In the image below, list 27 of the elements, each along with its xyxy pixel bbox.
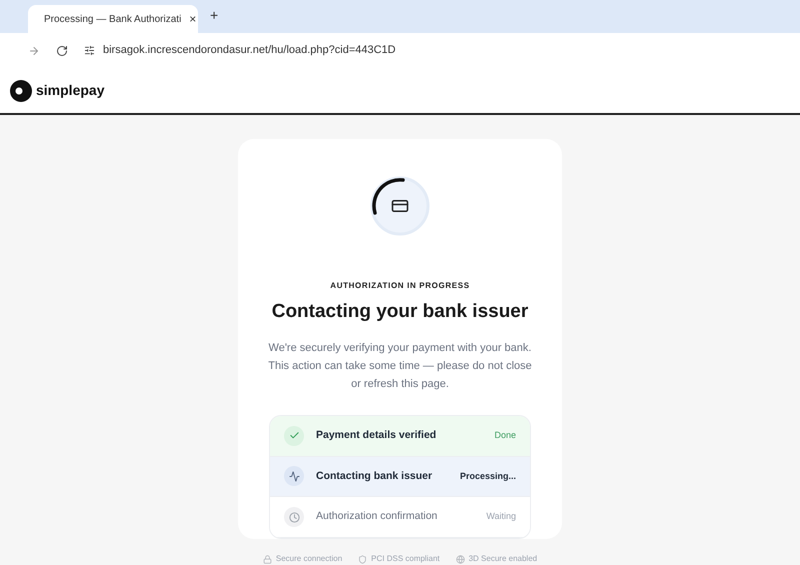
step-status: Processing... (460, 470, 516, 483)
step-label: Contacting bank issuer (316, 468, 434, 484)
logo-icon (10, 80, 32, 102)
lock-icon (262, 554, 272, 564)
pulse-icon (288, 470, 300, 482)
new-tab-button[interactable]: + (210, 5, 218, 26)
footer-badge-text: PCI DSS compliant (371, 553, 440, 565)
logo-text: simplepay (36, 81, 104, 100)
status-eyebrow: AUTHORIZATION IN PROGRESS (330, 280, 470, 292)
reload-icon[interactable] (56, 44, 68, 57)
tab-title: Processing — Bank Authorizati (44, 12, 182, 27)
step-label: Authorization confirmation (316, 509, 438, 524)
shield-icon (358, 554, 368, 564)
step-status: Done (494, 429, 516, 442)
card-title: Contacting your bank issuer (272, 300, 528, 324)
footer-badge-text: 3D Secure enabled (468, 553, 538, 565)
footer-badge-text: Secure connection (276, 553, 342, 565)
step-label: Payment details verified (316, 428, 438, 443)
forward-icon[interactable] (28, 44, 40, 57)
step-status: Waiting (486, 510, 516, 524)
url-text: birsagok.increscendorondasur.net/hu/load.php?cid=443C1D (103, 43, 396, 58)
browser-tab[interactable]: Processing — Bank Authorizati × (28, 5, 198, 34)
globe-icon (456, 554, 465, 564)
clock-icon (288, 512, 300, 523)
close-button[interactable]: × (189, 13, 196, 26)
card-description: We're securely verifying your payment with your bank. This action can take some time — please do not close or refresh this page. (267, 340, 533, 392)
site-settings-icon[interactable] (84, 45, 95, 56)
